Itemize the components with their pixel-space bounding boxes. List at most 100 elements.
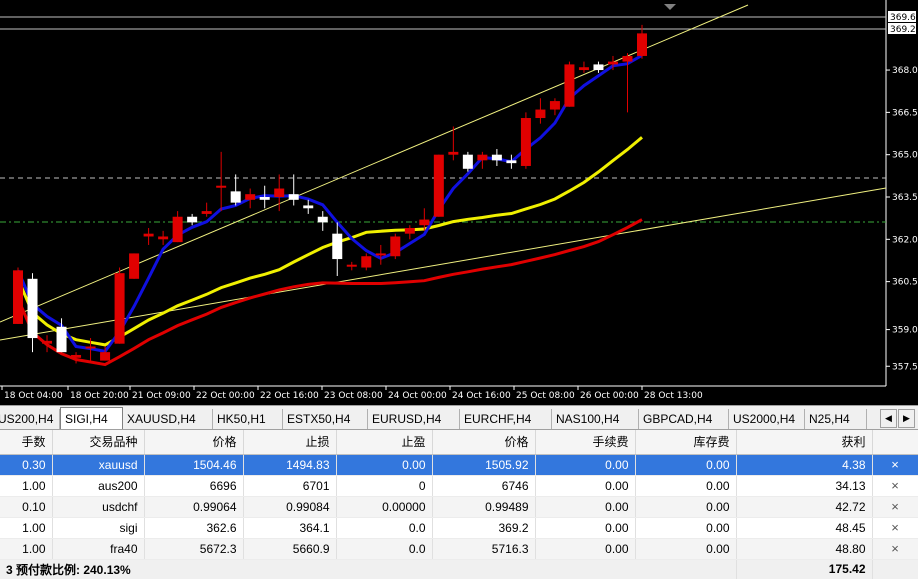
candle-body-bull	[114, 273, 125, 344]
column-header[interactable]: 交易品种	[52, 430, 145, 455]
price-tick-label: 363.5	[892, 193, 918, 203]
tab-scroll-left-icon[interactable]: ◀	[880, 409, 897, 428]
position-cell: 0.99084	[243, 496, 337, 518]
position-cell: 0	[336, 475, 433, 497]
close-position-icon[interactable]: ×	[872, 496, 918, 518]
symbol-cell: aus200	[52, 475, 145, 497]
candle-body-bull	[622, 55, 633, 62]
column-header[interactable]: 止损	[243, 430, 337, 455]
candle-body-bull	[85, 346, 96, 349]
position-cell: 4.38	[736, 454, 873, 476]
position-row[interactable]: 0.30 xauusd 1504.46 1494.83 0.00 1505.92 0.00 0…	[0, 454, 918, 476]
candle-body-bull	[216, 185, 227, 188]
chart-tab[interactable]: XAUUSD,H4	[123, 409, 213, 429]
position-row[interactable]: 1.00 fra40 5672.3 5660.9 0.0 5716.3 0.00 0.00 48…	[0, 538, 918, 560]
candle-body-bull	[100, 352, 111, 361]
position-cell: 5660.9	[243, 538, 337, 560]
column-header[interactable]: 止盈	[336, 430, 433, 455]
position-cell: 0.10	[0, 496, 53, 518]
close-position-icon[interactable]: ×	[872, 454, 918, 476]
chart-tab[interactable]: EURUSD,H4	[368, 409, 460, 429]
candle-body-bull	[158, 236, 169, 240]
column-header[interactable]: 价格	[432, 430, 536, 455]
candle-body-bear	[317, 216, 328, 223]
chart-tab[interactable]: NAS100,H4	[552, 409, 639, 429]
candle-body-bear	[332, 233, 343, 260]
position-row[interactable]: 1.00 sigi 362.6 364.1 0.0 369.2 0.00 0.00 48.45 ×	[0, 517, 918, 539]
column-header[interactable]: 手续费	[535, 430, 636, 455]
candle-body-bear	[462, 154, 473, 169]
position-cell: 0.0	[336, 538, 433, 560]
summary-spacer	[872, 558, 918, 579]
position-cell: 364.1	[243, 517, 337, 539]
position-cell: 5672.3	[144, 538, 244, 560]
candlestick-chart-svg[interactable]: 369.6 369.2 357.5 359.0 360.5 362.0 363.5 365.0…	[0, 0, 918, 405]
trendline-steep	[0, 4, 749, 323]
tab-scroll-right-icon[interactable]: ▶	[898, 409, 915, 428]
price-chart[interactable]: 369.6 369.2 357.5 359.0 360.5 362.0 363.5 365.0…	[0, 0, 918, 405]
candle-body-bear	[56, 326, 67, 353]
position-cell: 0.00	[535, 454, 636, 476]
candle-body-bull	[578, 67, 589, 71]
position-row[interactable]: 1.00 aus200 6696 6701 0 6746 0.00 0.00 34.13 ×	[0, 475, 918, 497]
position-cell: 1.00	[0, 475, 53, 497]
time-tick-label: 24 Oct 00:00	[388, 391, 447, 401]
position-cell: 0.00	[535, 517, 636, 539]
symbol-cell: sigi	[52, 517, 145, 539]
position-cell: 0.00	[635, 496, 737, 518]
position-cell: 6746	[432, 475, 536, 497]
symbol-cell: fra40	[52, 538, 145, 560]
price-tick-label: 368.0	[892, 66, 918, 76]
position-cell: 369.2	[432, 517, 536, 539]
candle-body-bear	[230, 191, 241, 203]
candle-body-bear	[491, 154, 502, 161]
candle-body-bull	[201, 211, 212, 214]
candle-body-bull	[433, 154, 444, 217]
chart-tab[interactable]: HK50,H1	[213, 409, 283, 429]
close-position-icon[interactable]: ×	[872, 517, 918, 539]
time-tick-label: 24 Oct 16:00	[452, 391, 511, 401]
time-tick-label: 18 Oct 20:00	[70, 391, 129, 401]
chart-tab[interactable]: SIGI,H4	[60, 407, 123, 429]
column-header[interactable]: 手数	[0, 430, 53, 455]
chart-tab[interactable]: ESTX50,H4	[283, 409, 368, 429]
position-cell: 0.30	[0, 454, 53, 476]
position-row[interactable]: 0.10 usdchf 0.99064 0.99084 0.00000 0.99489 0.…	[0, 496, 918, 518]
position-cell: 0.00	[535, 496, 636, 518]
candle-body-bull	[143, 233, 154, 237]
position-cell: 0.00	[635, 538, 737, 560]
symbol-cell: usdchf	[52, 496, 145, 518]
candle-body-bull	[172, 216, 183, 243]
candle-body-bull	[404, 228, 415, 234]
candle-body-bull	[346, 264, 357, 267]
column-header[interactable]: 获利	[736, 430, 873, 455]
column-header[interactable]: 价格	[144, 430, 244, 455]
candle-body-bear	[303, 205, 314, 209]
chart-tab[interactable]: US200,H4	[0, 409, 60, 429]
candle-body-bull	[390, 236, 401, 257]
chart-tab[interactable]: GBPCAD,H4	[639, 409, 729, 429]
candle-body-bull	[477, 154, 488, 161]
column-header-close	[872, 430, 918, 455]
column-header[interactable]: 库存费	[635, 430, 737, 455]
chart-tab[interactable]: US2000,H4	[729, 409, 805, 429]
current-price-label: 369.6	[890, 13, 916, 23]
chart-tab[interactable]: EURCHF,H4	[460, 409, 552, 429]
position-cell: 0.99064	[144, 496, 244, 518]
position-cell: 5716.3	[432, 538, 536, 560]
price-tick-label: 365.0	[892, 151, 918, 161]
candle-body-bull	[129, 253, 140, 279]
position-cell: 0.00	[635, 454, 737, 476]
price-tick-label: 362.0	[892, 235, 918, 245]
close-position-icon[interactable]: ×	[872, 538, 918, 560]
candle-body-bear	[506, 160, 517, 164]
candle-body-bull	[245, 194, 256, 200]
position-cell: 0.00	[635, 475, 737, 497]
position-cell: 1494.83	[243, 454, 337, 476]
time-tick-label: 21 Oct 09:00	[132, 391, 191, 401]
close-position-icon[interactable]: ×	[872, 475, 918, 497]
chart-tab[interactable]: N25,H4	[805, 409, 867, 429]
position-cell: 34.13	[736, 475, 873, 497]
position-cell: 0.00	[535, 475, 636, 497]
position-cell: 0.00000	[336, 496, 433, 518]
